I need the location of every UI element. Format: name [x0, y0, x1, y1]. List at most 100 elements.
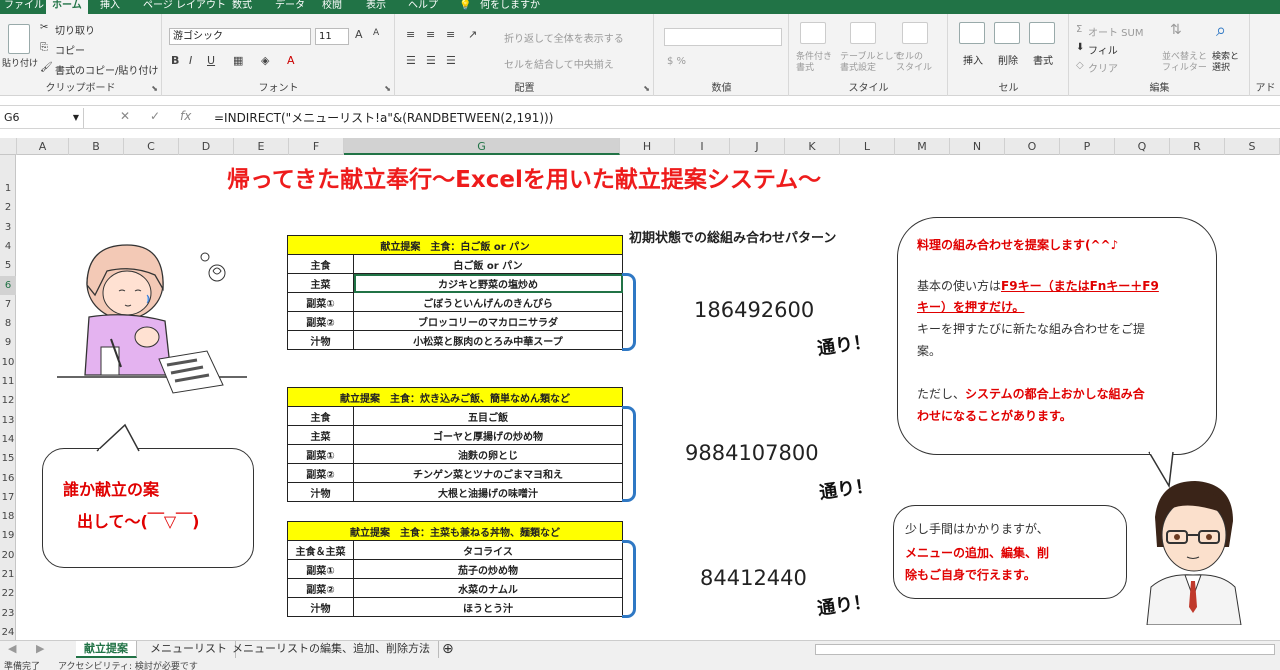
tab-formulas[interactable]: 数式 [232, 0, 252, 14]
chevron-down-icon[interactable]: ▼ [73, 108, 79, 128]
row-header-5[interactable]: 5 [0, 256, 16, 275]
paste-button[interactable]: 貼り付け [2, 56, 38, 69]
column-header-d[interactable]: D [179, 138, 234, 155]
tab-review[interactable]: 校閲 [322, 0, 342, 14]
dish-name-cell[interactable]: 白ご飯 or パン [353, 254, 623, 274]
cell-styles-icon[interactable] [902, 22, 928, 44]
font-color-icon[interactable]: A [287, 54, 295, 67]
delete-cells-icon[interactable] [994, 22, 1020, 44]
clear-icon[interactable]: ◇ [1076, 60, 1084, 71]
bold-icon[interactable]: B [171, 54, 179, 67]
align-right-icon[interactable]: ☰ [446, 54, 456, 67]
enter-icon[interactable]: ✓ [150, 109, 160, 123]
column-header-g[interactable]: G [344, 138, 620, 155]
dish-name-cell[interactable]: 水菜のナムル [353, 578, 623, 598]
insert-cells-icon[interactable] [959, 22, 985, 44]
conditional-format-button[interactable]: 条件付き 書式 [796, 52, 832, 74]
search-icon[interactable]: ⌕ [1216, 20, 1226, 41]
row-header-10[interactable]: 10 [0, 353, 16, 372]
align-left-icon[interactable]: ☰ [406, 54, 416, 67]
column-header-p[interactable]: P [1060, 138, 1115, 155]
column-header-l[interactable]: L [840, 138, 895, 155]
number-format-select[interactable] [664, 28, 782, 46]
delete-button[interactable]: 削除 [998, 52, 1018, 67]
wrap-text-button[interactable]: 折り返して全体を表示する [504, 30, 624, 45]
tab-help[interactable]: ヘルプ [408, 0, 438, 14]
dish-category-cell[interactable]: 副菜② [287, 463, 354, 483]
row-header-18[interactable]: 18 [0, 507, 16, 526]
row-header-11[interactable]: 11 [0, 372, 16, 391]
tell-me-search[interactable]: 何をしますか [480, 0, 540, 14]
next-sheet-icon[interactable]: ▶ [28, 641, 56, 658]
fill-color-icon[interactable]: ◈ [261, 54, 269, 67]
column-header-s[interactable]: S [1225, 138, 1280, 155]
table-header-cell[interactable]: 献立提案 主食：白ご飯 or パン [287, 235, 623, 255]
column-header-c[interactable]: C [124, 138, 179, 155]
autosum-button[interactable]: オート SUM [1088, 24, 1143, 39]
format-painter-button[interactable]: 書式のコピー/貼り付け [55, 62, 158, 77]
row-header-9[interactable]: 9 [0, 333, 16, 352]
tab-home[interactable]: ホーム [46, 0, 88, 14]
tab-file[interactable]: ファイル [4, 0, 44, 14]
launcher-icon[interactable]: ⬊ [384, 84, 391, 93]
column-header-b[interactable]: B [69, 138, 124, 155]
table-header-cell[interactable]: 献立提案 主食：炊き込みご飯、簡単なめん類など [287, 387, 623, 407]
tab-data[interactable]: データ [275, 0, 305, 14]
dish-category-cell[interactable]: 汁物 [287, 597, 354, 617]
dish-category-cell[interactable]: 副菜① [287, 292, 354, 312]
row-header-8[interactable]: 8 [0, 314, 16, 333]
tab-insert[interactable]: 挿入 [100, 0, 120, 14]
font-name-select[interactable]: 游ゴシック [169, 28, 311, 45]
grow-font-icon[interactable]: A [355, 28, 363, 41]
tab-page-layout[interactable]: ページ レイアウト [143, 0, 226, 14]
dish-name-cell[interactable]: ごぼうといんげんのきんぴら [353, 292, 623, 312]
sheet-tab-menu-proposal[interactable]: 献立提案 [76, 641, 137, 658]
column-header-m[interactable]: M [895, 138, 950, 155]
column-header-o[interactable]: O [1005, 138, 1060, 155]
underline-icon[interactable]: U [207, 54, 215, 67]
autosum-icon[interactable]: Σ [1076, 24, 1082, 35]
dish-category-cell[interactable]: 副菜② [287, 578, 354, 598]
column-header-h[interactable]: H [620, 138, 675, 155]
column-header-e[interactable]: E [234, 138, 289, 155]
row-header-22[interactable]: 22 [0, 584, 16, 603]
row-header-4[interactable]: 4 [0, 237, 16, 256]
dish-category-cell[interactable]: 主食＆主菜 [287, 540, 354, 560]
row-header-2[interactable]: 2 [0, 198, 16, 217]
italic-icon[interactable]: I [189, 54, 192, 67]
dish-category-cell[interactable]: 汁物 [287, 330, 354, 350]
row-header-16[interactable]: 16 [0, 469, 16, 488]
row-header-23[interactable]: 23 [0, 604, 16, 623]
align-center-icon[interactable]: ☰ [426, 54, 436, 67]
sort-icon[interactable]: ⇅ [1170, 22, 1182, 38]
format-as-table-button[interactable]: テーブルとして 書式設定 [840, 52, 902, 74]
worksheet[interactable]: 帰ってきた献立奉行～Excelを用いた献立提案システム～ 初期状態での総組み合わ… [17, 155, 1280, 640]
sort-filter-button[interactable]: 並べ替えと フィルター [1162, 52, 1207, 74]
launcher-icon[interactable]: ⬊ [643, 84, 650, 93]
select-all-corner[interactable] [0, 138, 17, 155]
row-header-1[interactable]: 1 [0, 179, 16, 198]
currency-icon[interactable]: $ % [667, 56, 686, 67]
dish-category-cell[interactable]: 主菜 [287, 425, 354, 445]
font-size-select[interactable]: 11 [315, 28, 349, 45]
align-bottom-icon[interactable]: ≡ [446, 28, 455, 41]
cancel-icon[interactable]: ✕ [120, 109, 130, 123]
format-cells-icon[interactable] [1029, 22, 1055, 44]
column-header-k[interactable]: K [785, 138, 840, 155]
find-select-button[interactable]: 検索と 選択 [1212, 52, 1239, 74]
row-header-17[interactable]: 17 [0, 488, 16, 507]
column-header-i[interactable]: I [675, 138, 730, 155]
paste-icon[interactable] [8, 24, 30, 54]
copy-icon[interactable]: ⎘ [40, 42, 48, 53]
fill-button[interactable]: フィル [1088, 42, 1118, 57]
format-painter-icon[interactable]: 🖌 [40, 62, 53, 73]
table-icon[interactable] [850, 22, 876, 44]
row-header-19[interactable]: 19 [0, 526, 16, 545]
row-header-15[interactable]: 15 [0, 449, 16, 468]
shrink-font-icon[interactable]: A [373, 28, 379, 38]
insert-button[interactable]: 挿入 [963, 52, 983, 67]
copy-button[interactable]: コピー [55, 42, 85, 57]
accessibility-status[interactable]: アクセシビリティ: 検討が必要です [58, 659, 198, 670]
row-header-3[interactable]: 3 [0, 218, 16, 237]
dish-category-cell[interactable]: 主食 [287, 406, 354, 426]
